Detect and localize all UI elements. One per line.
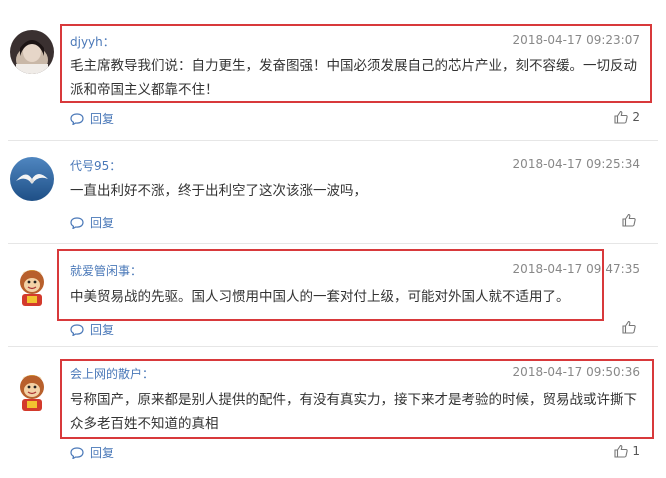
comment-username[interactable]: 代号95： bbox=[70, 157, 121, 174]
comment-content-line: 派和帝国主义都靠不住！ bbox=[70, 82, 219, 98]
seagull-avatar-icon[interactable] bbox=[10, 157, 54, 201]
portrait-avatar-icon[interactable] bbox=[10, 30, 54, 74]
reply-label: 回复 bbox=[90, 216, 115, 230]
comment-content: 号称国产，原来都是别人提供的配件，有没有真实力，接下来才是考验的时候，贸易战或许… bbox=[70, 388, 640, 436]
like-count: 2 bbox=[632, 110, 640, 124]
comment-content-line: 众多老百姓不知道的真相 bbox=[70, 416, 219, 432]
comment-content-line: 一直出利好不涨，终于出利空了这次该涨一波吗， bbox=[70, 183, 367, 199]
thumbs-up-icon bbox=[614, 110, 629, 124]
thumbs-up-icon bbox=[622, 213, 636, 227]
comment-bubble-icon bbox=[70, 446, 84, 459]
comment-timestamp: 2018-04-17 09:23:07 bbox=[512, 33, 640, 47]
comment-item-3: 就爱管闲事： 2018-04-17 09:47:35 中美贸易战的先驱。国人习惯… bbox=[0, 244, 666, 346]
comment-username[interactable]: djyyh： bbox=[70, 33, 115, 50]
thumbs-up-icon bbox=[622, 320, 636, 334]
comment-item-4: 会上网的散户： 2018-04-17 09:50:36 号称国产，原来都是别人提… bbox=[0, 347, 666, 478]
reply-button[interactable]: 回复 bbox=[70, 444, 114, 461]
comment-content-line: 号称国产，原来都是别人提供的配件，有没有真实力，接下来才是考验的时候，贸易战或许… bbox=[70, 392, 637, 408]
comment-content-line: 中美贸易战的先驱。国人习惯用中国人的一套对付上级，可能对外国人就不适用了。 bbox=[70, 289, 570, 305]
monkey-avatar-icon[interactable] bbox=[10, 369, 54, 413]
comment-content: 毛主席教导我们说：自力更生，发奋图强！中国必须发展自己的芯片产业，刻不容缓。一切… bbox=[70, 54, 640, 102]
reply-button[interactable]: 回复 bbox=[70, 214, 114, 231]
comment-bubble-icon bbox=[70, 323, 84, 336]
reply-button[interactable]: 回复 bbox=[70, 110, 114, 127]
monkey-avatar-icon[interactable] bbox=[10, 264, 54, 308]
reply-button[interactable]: 回复 bbox=[70, 321, 114, 338]
like-count: 1 bbox=[632, 444, 640, 458]
comment-content-line: 毛主席教导我们说：自力更生，发奋图强！中国必须发展自己的芯片产业，刻不容缓。一切… bbox=[70, 58, 637, 74]
reply-label: 回复 bbox=[90, 323, 115, 337]
comment-content: 一直出利好不涨，终于出利空了这次该涨一波吗， bbox=[70, 179, 640, 203]
comment-bubble-icon bbox=[70, 112, 84, 125]
thumbs-up-icon bbox=[614, 444, 629, 458]
like-button[interactable]: 1 bbox=[614, 444, 640, 458]
comment-username[interactable]: 就爱管闲事： bbox=[70, 262, 142, 279]
like-button[interactable] bbox=[622, 213, 640, 227]
comment-item-1: djyyh： 2018-04-17 09:23:07 毛主席教导我们说：自力更生… bbox=[0, 0, 666, 140]
comment-timestamp: 2018-04-17 09:25:34 bbox=[512, 157, 640, 171]
like-button[interactable] bbox=[622, 320, 640, 334]
comment-timestamp: 2018-04-17 09:50:36 bbox=[512, 365, 640, 379]
comment-username[interactable]: 会上网的散户： bbox=[70, 365, 154, 382]
reply-label: 回复 bbox=[90, 446, 115, 460]
comment-bubble-icon bbox=[70, 216, 84, 229]
like-button[interactable]: 2 bbox=[614, 110, 640, 124]
comment-item-2: 代号95： 2018-04-17 09:25:34 一直出利好不涨，终于出利空了… bbox=[0, 141, 666, 243]
comment-content: 中美贸易战的先驱。国人习惯用中国人的一套对付上级，可能对外国人就不适用了。 bbox=[70, 285, 640, 309]
comment-timestamp: 2018-04-17 09:47:35 bbox=[512, 262, 640, 276]
reply-label: 回复 bbox=[90, 112, 115, 126]
